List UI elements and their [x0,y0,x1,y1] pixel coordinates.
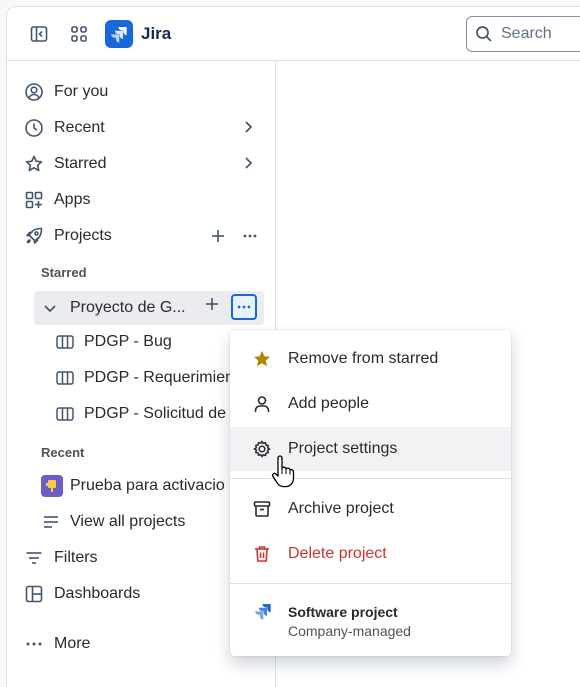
menu-divider [230,583,511,584]
sidebar-item-apps[interactable]: Apps [23,185,267,215]
recent-project-label: Prueba para activacio [70,477,225,494]
rocket-icon [23,225,45,247]
apps-icon [23,189,45,211]
app-switcher-icon[interactable] [65,20,93,48]
sidebar-item-label: Dashboards [54,585,141,602]
trash-icon [250,544,274,564]
search-placeholder: Search [501,25,552,42]
hand-cursor-icon [270,455,296,494]
more-options-icon [23,633,45,655]
view-all-projects-label: View all projects [70,513,186,530]
search-icon [476,26,492,42]
menu-item-label: Archive project [288,500,394,517]
starred-project-item[interactable]: Proyecto de G... [34,291,264,325]
more-options-icon [237,305,251,309]
jira-software-icon [254,602,272,625]
board-icon [55,404,77,424]
board-label: PDGP - Solicitud de [84,405,226,422]
board-item[interactable]: PDGP - Solicitud de [55,399,226,429]
starred-section-label: Starred [41,265,87,280]
plus-icon[interactable] [204,296,220,317]
clock-icon [23,117,45,139]
star-filled-icon [250,349,274,369]
view-all-projects-link[interactable]: View all projects [41,507,185,537]
sidebar-item-for-you[interactable]: For you [23,77,267,107]
jira-logo[interactable]: Jira [105,20,171,48]
chevron-right-icon[interactable] [239,118,257,141]
jira-logo-icon [105,20,133,48]
archive-icon [250,499,274,519]
board-icon [55,332,77,352]
chevron-right-icon[interactable] [239,154,257,177]
menu-item-label: Delete project [288,545,387,562]
board-label: PDGP - Bug [84,333,172,350]
board-item[interactable]: PDGP - Bug [55,327,172,357]
top-bar: Jira Search [7,7,580,61]
sidebar-item-label: Apps [54,191,91,208]
recent-project-item[interactable]: Prueba para activacio [41,471,225,501]
menu-item-delete-project[interactable]: Delete project [230,532,511,576]
sidebar-item-label: Projects [54,227,112,244]
chevron-down-icon[interactable] [42,300,60,316]
menu-item-add-people[interactable]: Add people [230,382,511,426]
more-options-button[interactable] [231,294,257,320]
starred-project-label: Proyecto de G... [70,299,186,316]
search-input[interactable]: Search [466,16,580,52]
board-item[interactable]: PDGP - Requerimien [55,363,234,393]
sidebar-item-projects[interactable]: Projects [23,221,267,251]
sidebar-item-label: Filters [54,549,98,566]
sidebar-toggle-icon[interactable] [25,20,53,48]
menu-item-remove-from-starred[interactable]: Remove from starred [230,337,511,381]
dashboard-icon [23,583,45,605]
sidebar-item-label: Starred [54,155,107,172]
board-label: PDGP - Requerimien [84,369,234,386]
star-icon [23,153,45,175]
user-circle-icon [23,81,45,103]
menu-item-label: Remove from starred [288,350,439,367]
sidebar-item-starred[interactable]: Starred [23,149,267,179]
sidebar-item-label: Recent [54,119,105,136]
project-type-info: Software project Company-managed [230,594,511,644]
project-type-title: Software project [288,604,398,620]
sidebar-item-label: For you [54,83,109,100]
filter-icon [23,547,45,569]
person-icon [250,394,274,414]
board-icon [55,368,77,388]
app-name: Jira [141,24,172,43]
plus-icon[interactable] [207,224,229,248]
project-avatar [41,475,63,497]
sidebar-item-recent[interactable]: Recent [23,113,267,143]
recent-section-label: Recent [41,445,85,460]
list-icon [41,512,63,532]
menu-item-label: Project settings [288,440,398,457]
sidebar-item-label: More [54,635,91,652]
more-options-icon[interactable] [239,224,261,248]
menu-item-label: Add people [288,395,369,412]
project-type-subtitle: Company-managed [288,623,411,639]
